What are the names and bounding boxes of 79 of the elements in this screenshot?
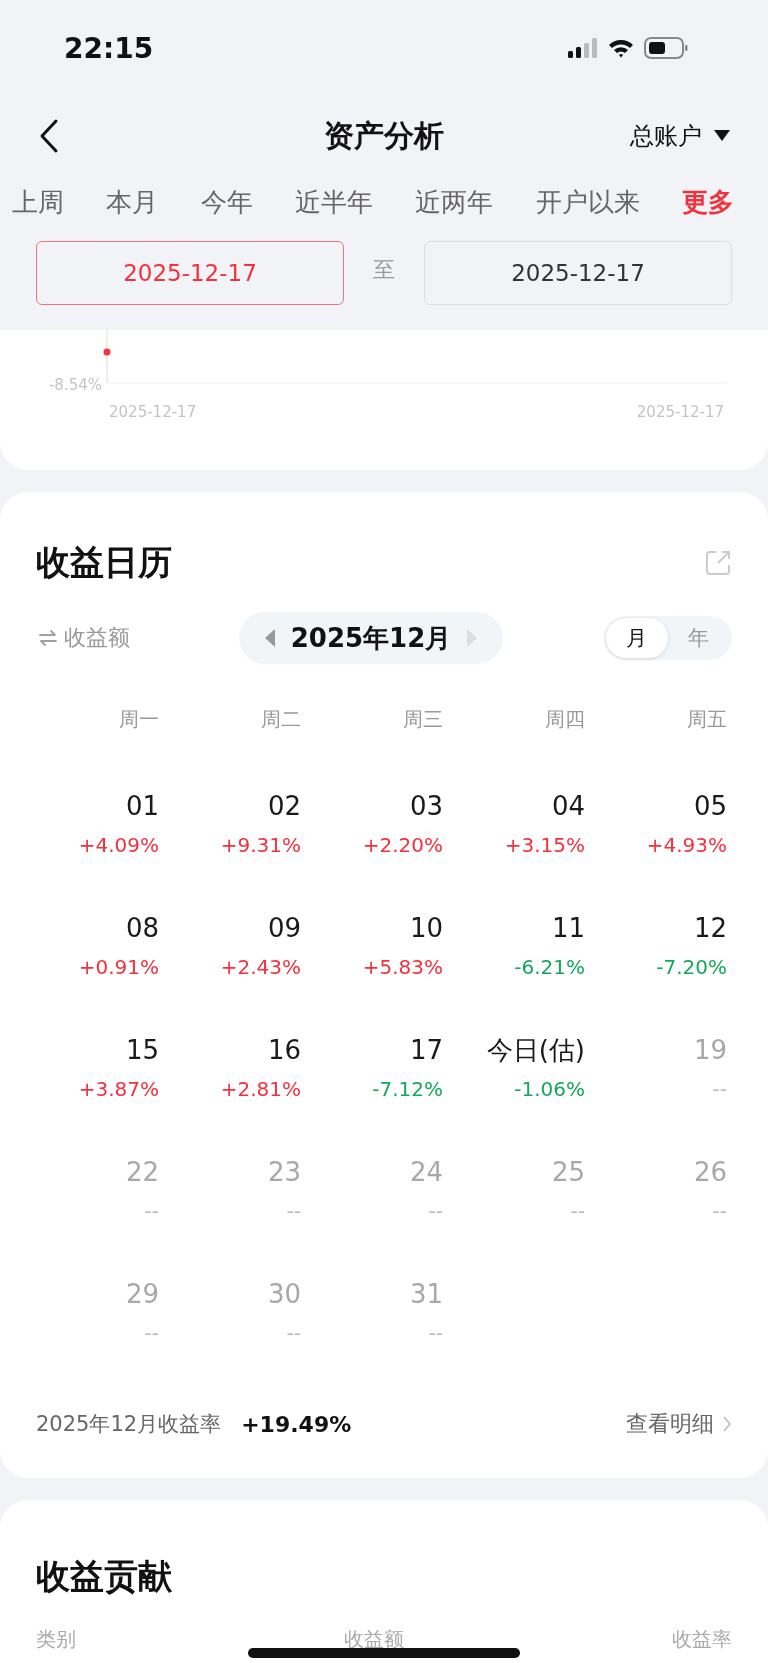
period-tab[interactable]: 今年 (200, 184, 253, 220)
axis-label: 2025-12-17 (636, 403, 724, 421)
day-number[interactable]: 01 (125, 791, 159, 821)
swap-icon[interactable] (38, 630, 58, 646)
column-header: 收益额 (344, 1626, 404, 1653)
details-link[interactable]: 查看明细 (626, 1409, 732, 1439)
day-number[interactable]: 09 (267, 913, 301, 943)
daily-return: +2.20% (362, 833, 443, 857)
back-button[interactable] (38, 118, 60, 154)
page-title: 资产分析 (324, 116, 444, 155)
share-icon[interactable] (704, 549, 732, 577)
section-title: 收益日历 (36, 541, 172, 584)
daily-return: -- (286, 1321, 301, 1345)
view-option[interactable]: 年 (668, 618, 730, 658)
daily-return: +9.31% (220, 833, 301, 857)
day-number[interactable]: 05 (693, 791, 727, 821)
daily-return: -- (712, 1199, 727, 1223)
daily-return: +0.91% (78, 955, 159, 979)
daily-return: +4.93% (646, 833, 727, 857)
daily-return: +3.87% (78, 1077, 159, 1101)
daily-return: -- (144, 1199, 159, 1223)
period-tab[interactable]: 近两年 (415, 184, 494, 220)
chevron-right-icon (722, 1415, 732, 1433)
data-point (103, 348, 111, 356)
weekday-label: 周二 (260, 706, 301, 733)
period-tab[interactable]: 近半年 (295, 184, 373, 220)
status-time: 22:15 (64, 31, 154, 65)
wifi-icon (608, 38, 634, 58)
daily-return: -- (428, 1199, 443, 1223)
daily-return: -- (712, 1077, 727, 1101)
daily-return: +2.43% (220, 955, 301, 979)
battery-icon (644, 37, 688, 59)
column-header: 类别 (36, 1626, 76, 1653)
daily-return: -7.20% (656, 955, 727, 979)
period-tab[interactable]: 开户以来 (535, 184, 640, 220)
daily-return: +3.15% (504, 833, 585, 857)
period-tab[interactable]: 更多 (681, 184, 734, 220)
day-number[interactable]: 12 (693, 913, 727, 943)
axis-label: -8.54% (48, 376, 102, 394)
summary-label: 2025年12月收益率 (36, 1411, 222, 1438)
account-selector[interactable]: 总账户 (630, 120, 730, 152)
day-number[interactable]: 16 (267, 1035, 301, 1065)
day-number[interactable]: 17 (409, 1035, 443, 1065)
signal-icon (568, 38, 598, 58)
view-option[interactable]: 月 (606, 618, 668, 658)
caret-icon (714, 130, 730, 142)
month-label: 2025年12月 (290, 621, 452, 655)
daily-return: -7.12% (372, 1077, 443, 1101)
range-separator: 至 (372, 256, 396, 284)
start-date-field[interactable]: 2025-12-17 (36, 241, 344, 305)
weekday-label: 周一 (118, 706, 159, 733)
weekday-label: 周五 (686, 706, 727, 733)
day-number[interactable]: 02 (267, 791, 301, 821)
end-date-field[interactable]: 2025-12-17 (424, 241, 732, 305)
day-number[interactable]: 11 (551, 913, 585, 943)
axis-label: 2025-12-17 (109, 403, 197, 421)
day-number[interactable]: 04 (551, 791, 585, 821)
daily-return: -- (570, 1199, 585, 1223)
weekday-label: 周四 (544, 706, 585, 733)
weekday-label: 周三 (402, 706, 443, 733)
daily-return: +4.09% (78, 833, 159, 857)
daily-return: -- (286, 1199, 301, 1223)
daily-return: -- (428, 1321, 443, 1345)
daily-return: +5.83% (362, 955, 443, 979)
daily-return: -1.06% (514, 1077, 585, 1101)
day-number[interactable]: 10 (409, 913, 443, 943)
daily-return: +2.81% (220, 1077, 301, 1101)
day-number[interactable]: 今日(估) (486, 1035, 585, 1065)
day-number[interactable]: 15 (125, 1035, 159, 1065)
daily-return: -- (144, 1321, 159, 1345)
period-tab[interactable]: 本月 (106, 184, 159, 220)
day-number[interactable]: 03 (409, 791, 443, 821)
day-number[interactable]: 08 (125, 913, 159, 943)
column-header: 收益率 (672, 1626, 732, 1653)
period-tab[interactable]: 上周 (12, 184, 64, 220)
summary-value: +19.49% (241, 1411, 352, 1437)
daily-return: -6.21% (514, 955, 585, 979)
section-title: 收益贡献 (36, 1555, 173, 1598)
metric-label[interactable]: 收益额 (64, 623, 130, 653)
